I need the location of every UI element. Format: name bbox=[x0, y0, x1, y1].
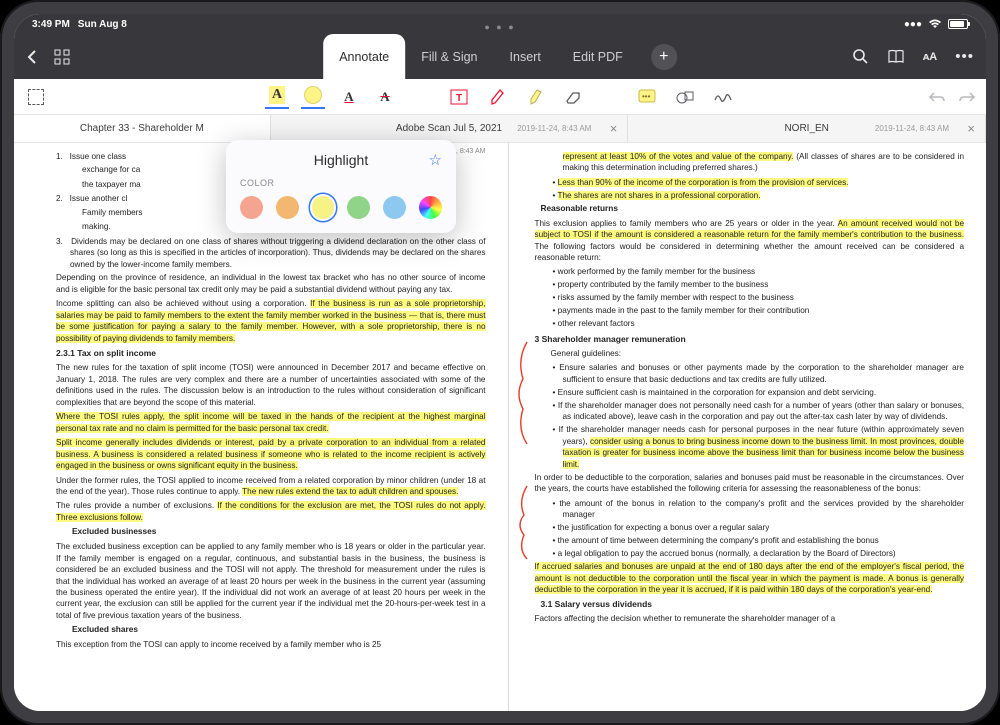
color-green[interactable] bbox=[347, 196, 370, 219]
doc-tab-2[interactable]: Adobe Scan Jul 5, 2021 2019-11-24, 8:43 … bbox=[271, 115, 629, 142]
add-tab-button[interactable]: + bbox=[651, 44, 677, 70]
svg-text:T: T bbox=[456, 93, 462, 104]
highlight-popover: Highlight ☆ COLOR bbox=[226, 140, 456, 233]
color-red[interactable] bbox=[240, 196, 263, 219]
document-tabs: Chapter 33 - Shareholder M Adobe Scan Ju… bbox=[14, 115, 986, 143]
document-area[interactable]: 2019-11-24, 8:43 AM 1. Issue one class e… bbox=[14, 143, 986, 711]
svg-text:•••: ••• bbox=[642, 92, 651, 101]
doc-tab-3-label: NORI_EN bbox=[784, 123, 828, 134]
heading-salary-dividends: 3.1 Salary versus dividends bbox=[541, 599, 965, 611]
pen-tool[interactable] bbox=[485, 85, 509, 109]
page-right[interactable]: represent at least 10% of the votes and … bbox=[508, 143, 987, 711]
doc-tab-3-timestamp: 2019-11-24, 8:43 AM bbox=[875, 124, 949, 133]
favorite-icon[interactable]: ☆ bbox=[429, 151, 442, 169]
more-icon[interactable]: ••• bbox=[955, 48, 974, 65]
signal-icon: ●●● bbox=[904, 19, 922, 30]
color-yellow[interactable] bbox=[312, 196, 335, 219]
heading-tosi: 2.3.1 Tax on split income bbox=[56, 348, 486, 360]
battery-icon bbox=[948, 19, 968, 29]
heading-reasonable: Reasonable returns bbox=[541, 203, 965, 215]
tab-annotate[interactable]: Annotate bbox=[323, 34, 405, 79]
color-orange[interactable] bbox=[276, 196, 299, 219]
close-tab-2[interactable]: × bbox=[610, 121, 618, 136]
popover-title: Highlight bbox=[314, 152, 368, 168]
highlight: consider using a bonus to bring business… bbox=[563, 437, 965, 469]
highlight: The shares are not shares in a professio… bbox=[558, 191, 761, 200]
heading-excluded-biz: Excluded businesses bbox=[72, 526, 486, 538]
text-size-icon[interactable]: ᴀA bbox=[923, 51, 937, 63]
highlight: Where the TOSI rules apply, the split in… bbox=[56, 412, 486, 432]
tab-edit-pdf[interactable]: Edit PDF bbox=[557, 34, 639, 79]
heading-shareholder-remuneration: 3 Shareholder manager remuneration bbox=[535, 334, 965, 346]
main-toolbar: ● ● ● Annotate Fill & Sign Insert Edit P… bbox=[14, 34, 986, 79]
doc-tab-1-label: Chapter 33 - Shareholder M bbox=[80, 123, 204, 134]
annotation-toolbar: A A A T ••• bbox=[14, 79, 986, 115]
marker-tool[interactable] bbox=[523, 85, 547, 109]
wifi-icon bbox=[928, 19, 942, 29]
highlight: The new rules extend the tax to adult ch… bbox=[242, 487, 458, 496]
search-icon[interactable] bbox=[852, 48, 869, 65]
shapes-tool[interactable] bbox=[673, 85, 697, 109]
strikethrough-tool[interactable]: A bbox=[373, 85, 397, 109]
close-tab-3[interactable]: × bbox=[967, 121, 975, 136]
undo-button[interactable] bbox=[928, 90, 946, 104]
book-icon[interactable] bbox=[887, 49, 905, 64]
status-date: Sun Aug 8 bbox=[78, 19, 127, 30]
grid-icon[interactable] bbox=[54, 49, 70, 65]
color-label: COLOR bbox=[240, 178, 442, 188]
doc-tab-1[interactable]: Chapter 33 - Shareholder M bbox=[14, 115, 271, 142]
eraser-tool[interactable] bbox=[561, 85, 585, 109]
color-wheel[interactable] bbox=[419, 196, 442, 219]
ink-annotation bbox=[515, 483, 533, 563]
heading-excluded-shares: Excluded shares bbox=[72, 624, 486, 636]
grab-handle-icon[interactable]: ● ● ● bbox=[484, 22, 515, 32]
highlight: represent at least 10% of the votes and … bbox=[563, 152, 794, 161]
note-tool[interactable]: ••• bbox=[635, 85, 659, 109]
highlight: Split income generally includes dividend… bbox=[56, 438, 486, 470]
signature-tool[interactable] bbox=[711, 85, 735, 109]
back-button[interactable] bbox=[26, 49, 38, 65]
status-time: 3:49 PM bbox=[32, 19, 70, 30]
redo-button[interactable] bbox=[958, 90, 976, 104]
doc-tab-3[interactable]: NORI_EN 2019-11-24, 8:43 AM × bbox=[628, 115, 986, 142]
doc-tab-2-label: Adobe Scan Jul 5, 2021 bbox=[396, 123, 502, 134]
color-blue[interactable] bbox=[383, 196, 406, 219]
highlight-text-tool[interactable]: A bbox=[265, 85, 289, 109]
text-box-tool[interactable]: T bbox=[447, 85, 471, 109]
underline-tool[interactable]: A bbox=[337, 85, 361, 109]
ink-annotation bbox=[513, 339, 533, 449]
highlight: If accrued salaries and bonuses are unpa… bbox=[535, 562, 965, 594]
doc-tab-2-timestamp: 2019-11-24, 8:43 AM bbox=[517, 124, 591, 133]
selection-tool[interactable] bbox=[24, 85, 48, 109]
tab-fill-sign[interactable]: Fill & Sign bbox=[405, 34, 493, 79]
highlight: Less than 90% of the income of the corpo… bbox=[558, 178, 849, 187]
highlight-color-tool[interactable] bbox=[301, 85, 325, 109]
tab-insert[interactable]: Insert bbox=[494, 34, 557, 79]
